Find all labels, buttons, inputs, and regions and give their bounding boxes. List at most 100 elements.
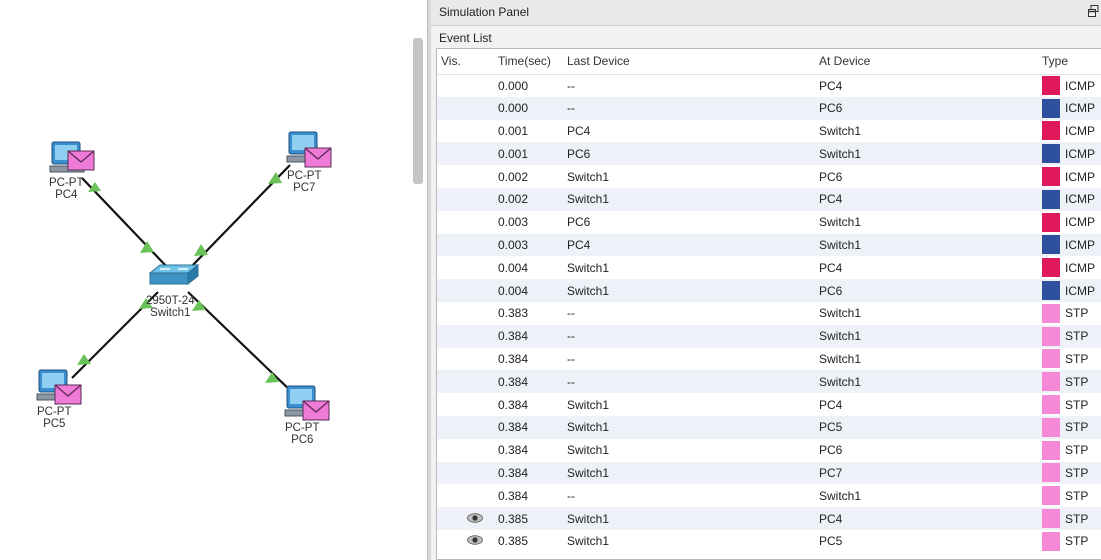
switch1-device[interactable] xyxy=(148,263,200,286)
event-vis-cell[interactable] xyxy=(437,415,494,439)
pc6-device[interactable] xyxy=(284,385,330,421)
pdu-color-swatch[interactable] xyxy=(1042,144,1060,164)
pdu-color-swatch[interactable] xyxy=(1042,258,1060,278)
event-row[interactable]: 0.384 Switch1 PC4 STP xyxy=(437,393,1101,416)
event-type-cell[interactable]: STP xyxy=(1038,347,1101,371)
event-vis-cell[interactable] xyxy=(437,210,494,234)
event-row[interactable]: 0.384 -- Switch1 STP xyxy=(437,370,1101,394)
canvas-vertical-scrollbar-thumb[interactable] xyxy=(413,38,423,184)
pdu-color-swatch[interactable] xyxy=(1042,121,1060,141)
event-type-cell[interactable]: STP xyxy=(1038,301,1101,325)
event-row[interactable]: 0.384 -- Switch1 STP xyxy=(437,484,1101,508)
event-vis-cell[interactable] xyxy=(437,393,494,416)
topology-canvas[interactable]: PC-PT PC4 PC-PT PC7 PC-PT PC5 PC-PT PC6 … xyxy=(0,0,428,560)
event-vis-cell[interactable] xyxy=(437,96,494,120)
event-row[interactable]: 0.000 -- PC4 ICMP xyxy=(437,74,1101,97)
event-type-cell[interactable]: STP xyxy=(1038,324,1101,348)
pdu-color-swatch[interactable] xyxy=(1042,212,1060,232)
eye-icon[interactable] xyxy=(467,535,483,546)
pdu-color-swatch[interactable] xyxy=(1042,349,1060,369)
pdu-color-swatch[interactable] xyxy=(1042,235,1060,255)
column-header-vis[interactable]: Vis. xyxy=(437,49,494,75)
event-vis-cell[interactable] xyxy=(437,74,494,97)
event-type-cell[interactable]: STP xyxy=(1038,438,1101,462)
pc4-device[interactable] xyxy=(49,141,95,173)
pc7-device[interactable] xyxy=(286,131,332,168)
event-type-cell[interactable]: ICMP xyxy=(1038,210,1101,234)
event-row[interactable]: 0.000 -- PC6 ICMP xyxy=(437,96,1101,120)
event-type-cell[interactable]: ICMP xyxy=(1038,142,1101,166)
link-pc4-switch1[interactable] xyxy=(81,177,169,269)
event-type-cell[interactable]: STP xyxy=(1038,415,1101,439)
event-row[interactable]: 0.003 PC4 Switch1 ICMP xyxy=(437,233,1101,257)
event-type-cell[interactable]: STP xyxy=(1038,529,1101,553)
event-type-cell[interactable]: STP xyxy=(1038,370,1101,394)
event-type-cell[interactable]: STP xyxy=(1038,461,1101,485)
pdu-color-swatch[interactable] xyxy=(1042,98,1060,118)
event-list[interactable]: Vis. Time(sec) Last Device At Device Typ… xyxy=(436,48,1101,560)
event-vis-cell[interactable] xyxy=(437,484,494,508)
event-vis-cell[interactable] xyxy=(437,347,494,371)
pdu-color-swatch[interactable] xyxy=(1042,76,1060,96)
event-row[interactable]: 0.384 Switch1 PC5 STP xyxy=(437,415,1101,439)
event-row[interactable]: 0.384 Switch1 PC6 STP xyxy=(437,438,1101,462)
pdu-color-swatch[interactable] xyxy=(1042,167,1060,187)
event-row[interactable]: 0.004 Switch1 PC4 ICMP xyxy=(437,256,1101,280)
event-row[interactable]: 0.385 Switch1 PC5 STP xyxy=(437,529,1101,553)
event-type-cell[interactable]: STP xyxy=(1038,507,1101,530)
pdu-color-swatch[interactable] xyxy=(1042,189,1060,209)
pdu-color-swatch[interactable] xyxy=(1042,440,1060,460)
event-type-cell[interactable]: ICMP xyxy=(1038,74,1101,97)
event-row[interactable]: 0.383 -- Switch1 STP xyxy=(437,301,1101,325)
event-row[interactable]: 0.003 PC6 Switch1 ICMP xyxy=(437,210,1101,234)
event-type-cell[interactable]: STP xyxy=(1038,393,1101,416)
event-row[interactable]: 0.384 -- Switch1 STP xyxy=(437,324,1101,348)
column-header-at-device[interactable]: At Device xyxy=(815,49,1038,75)
event-vis-cell[interactable] xyxy=(437,187,494,211)
event-vis-cell[interactable] xyxy=(437,507,494,530)
pdu-color-swatch[interactable] xyxy=(1042,303,1060,323)
pdu-color-swatch[interactable] xyxy=(1042,372,1060,392)
event-type-cell[interactable]: ICMP xyxy=(1038,165,1101,188)
event-row[interactable]: 0.385 Switch1 PC4 STP xyxy=(437,507,1101,530)
undock-icon[interactable] xyxy=(1088,5,1099,18)
column-header-type[interactable]: Type xyxy=(1038,49,1101,75)
event-type-cell[interactable]: ICMP xyxy=(1038,279,1101,302)
event-vis-cell[interactable] xyxy=(437,529,494,553)
event-type-cell[interactable]: ICMP xyxy=(1038,187,1101,211)
pdu-color-swatch[interactable] xyxy=(1042,281,1060,301)
event-vis-cell[interactable] xyxy=(437,461,494,485)
pdu-color-swatch[interactable] xyxy=(1042,395,1060,415)
event-row[interactable]: 0.384 -- Switch1 STP xyxy=(437,347,1101,371)
event-row[interactable]: 0.004 Switch1 PC6 ICMP xyxy=(437,279,1101,302)
pdu-color-swatch[interactable] xyxy=(1042,463,1060,483)
event-vis-cell[interactable] xyxy=(437,324,494,348)
event-type-cell[interactable]: ICMP xyxy=(1038,96,1101,120)
event-vis-cell[interactable] xyxy=(437,279,494,302)
event-vis-cell[interactable] xyxy=(437,370,494,394)
column-header-last-device[interactable]: Last Device xyxy=(563,49,815,75)
pdu-color-swatch[interactable] xyxy=(1042,326,1060,346)
column-header-time[interactable]: Time(sec) xyxy=(494,49,563,75)
event-vis-cell[interactable] xyxy=(437,142,494,166)
eye-icon[interactable] xyxy=(467,512,483,523)
event-type-cell[interactable]: ICMP xyxy=(1038,256,1101,280)
pdu-color-swatch[interactable] xyxy=(1042,486,1060,506)
event-vis-cell[interactable] xyxy=(437,256,494,280)
event-vis-cell[interactable] xyxy=(437,165,494,188)
event-vis-cell[interactable] xyxy=(437,233,494,257)
event-row[interactable]: 0.002 Switch1 PC6 ICMP xyxy=(437,165,1101,188)
pdu-color-swatch[interactable] xyxy=(1042,417,1060,437)
event-vis-cell[interactable] xyxy=(437,301,494,325)
event-type-cell[interactable]: ICMP xyxy=(1038,119,1101,143)
event-type-cell[interactable]: STP xyxy=(1038,484,1101,508)
event-row[interactable]: 0.001 PC6 Switch1 ICMP xyxy=(437,142,1101,166)
event-type-cell[interactable]: ICMP xyxy=(1038,233,1101,257)
event-vis-cell[interactable] xyxy=(437,438,494,462)
pdu-color-swatch[interactable] xyxy=(1042,509,1060,529)
event-vis-cell[interactable] xyxy=(437,119,494,143)
event-row[interactable]: 0.001 PC4 Switch1 ICMP xyxy=(437,119,1101,143)
pdu-color-swatch[interactable] xyxy=(1042,531,1060,551)
event-row[interactable]: 0.002 Switch1 PC4 ICMP xyxy=(437,187,1101,211)
event-row[interactable]: 0.384 Switch1 PC7 STP xyxy=(437,461,1101,485)
